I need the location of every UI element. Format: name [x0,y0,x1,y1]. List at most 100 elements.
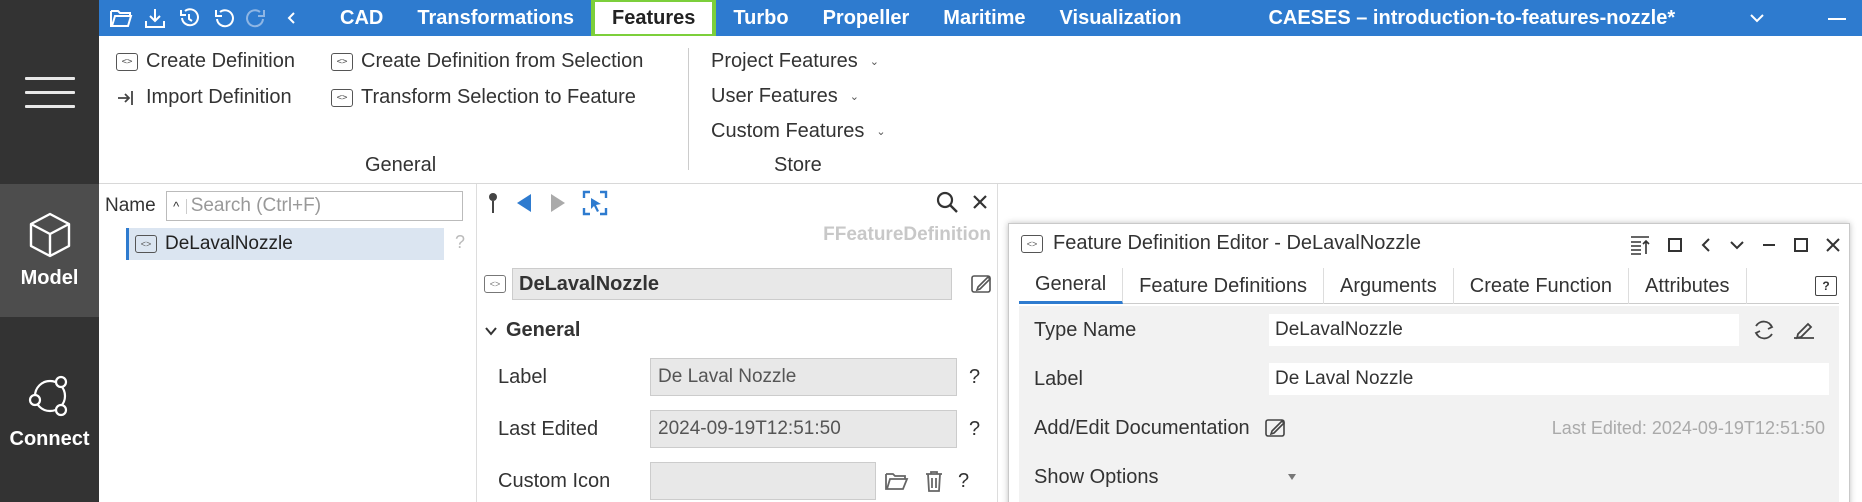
tab-visualization[interactable]: Visualization [1043,0,1199,36]
chevron-down-icon[interactable] [1748,11,1766,25]
edit-icon[interactable] [1264,417,1288,439]
tab-cad[interactable]: CAD [323,0,400,36]
chevron-left-icon[interactable] [1699,237,1713,253]
redo-icon[interactable] [245,7,269,29]
ribbon: <> Create Definition Import Definition <… [99,36,1862,184]
tab-transformations[interactable]: Transformations [400,0,591,36]
tab-propeller[interactable]: Propeller [806,0,927,36]
feature-definition-icon: <> [1021,234,1043,253]
last-edited-field: 2024-09-19T12:51:50 [650,410,957,448]
object-name-field[interactable]: DeLavalNozzle [512,268,952,300]
custom-icon-field[interactable] [650,462,876,500]
open-folder-icon[interactable] [109,7,133,29]
transform-selection-button[interactable]: <> Transform Selection to Feature [331,86,636,109]
import-definition-button[interactable]: Import Definition [116,86,292,109]
app-title: CAESES – introduction-to-features-nozzle… [1268,6,1676,29]
tab-general[interactable]: General [1019,268,1124,304]
connect-icon [28,375,67,417]
project-features-dropdown[interactable]: Project Features ⌄ [711,50,879,73]
user-features-dropdown[interactable]: User Features ⌄ [711,85,859,108]
object-type-label: FFeatureDefinition [823,224,991,245]
feature-definition-editor-dialog: <> Feature Definition Editor - DeLavalNo… [1008,223,1850,502]
hamburger-icon [24,66,75,119]
refresh-icon[interactable] [1751,318,1777,342]
feature-definition-icon: <> [135,235,157,253]
label-input[interactable]: De Laval Nozzle [1269,363,1829,395]
align-top-icon[interactable] [1629,234,1651,256]
import-definition-label: Import Definition [146,86,292,108]
help-icon[interactable]: ? [969,418,980,441]
rail-item-connect-label: Connect [9,428,90,450]
tree-header: Name ^ Search (Ctrl+F) [105,191,463,221]
help-icon[interactable]: ? [455,232,465,253]
tab-feature-definitions[interactable]: Feature Definitions [1123,268,1325,304]
sort-ascending-icon[interactable]: ^ [167,198,187,214]
rail-item-connect[interactable]: Connect [0,317,99,502]
search-icon[interactable] [935,190,959,214]
tree-item-delavalnozzle[interactable]: <> DeLavalNozzle [126,228,444,260]
search-input[interactable]: ^ Search (Ctrl+F) [165,191,463,221]
open-folder-icon[interactable] [884,470,910,492]
rename-icon[interactable] [1791,318,1817,342]
tab-maritime[interactable]: Maritime [926,0,1042,36]
properties-toolbar [486,190,608,216]
hamburger-menu-button[interactable] [0,0,99,184]
prop-label: Custom Icon [498,469,611,492]
section-general-title: General [506,319,581,341]
back-arrow-icon[interactable] [514,191,534,215]
rail-item-model-label: Model [20,267,79,289]
save-icon[interactable] [143,7,167,29]
undo-icon[interactable] [211,7,235,29]
tab-arguments[interactable]: Arguments [1324,268,1454,304]
object-tree-panel: Name ^ Search (Ctrl+F) <> DeLavalNozzle … [99,184,477,502]
chevron-down-icon[interactable] [1729,238,1745,252]
maximize-icon[interactable] [1793,237,1809,253]
create-definition-label: Create Definition [146,50,295,72]
type-name-label: Type Name [1034,318,1137,341]
forward-arrow-icon[interactable] [548,191,568,215]
ribbon-group-store: Store [774,154,822,176]
rail-item-model[interactable]: Model [0,184,99,317]
search-placeholder: Search (Ctrl+F) [190,195,322,216]
close-icon[interactable] [971,193,989,211]
help-icon[interactable]: ? [958,470,969,493]
custom-features-label: Custom Features [711,120,865,142]
custom-features-dropdown[interactable]: Custom Features ⌄ [711,120,886,143]
feature-definition-icon: <> [331,52,353,71]
history-icon[interactable] [177,7,201,29]
feature-definition-icon: <> [116,52,138,71]
trash-icon[interactable] [922,469,946,493]
documentation-label: Add/Edit Documentation [1034,416,1250,439]
select-in-viewport-icon[interactable] [582,190,608,216]
tree-item-label: DeLavalNozzle [165,233,293,254]
tab-create-function[interactable]: Create Function [1454,268,1630,304]
prop-row-last-edited: Last Edited 2024-09-19T12:51:50 ? [498,410,980,448]
tab-turbo[interactable]: Turbo [716,0,805,36]
show-options-toggle[interactable]: Show Options [1034,461,1298,493]
tab-features[interactable]: Features [591,0,717,38]
tab-attributes[interactable]: Attributes [1629,268,1747,304]
dialog-body: Type Name DeLavalNozzle Label De Laval N… [1019,306,1839,502]
label-field[interactable]: De Laval Nozzle [650,358,957,396]
pin-icon[interactable] [486,191,500,215]
minimize-icon[interactable] [1761,238,1777,252]
edit-icon[interactable] [970,273,994,295]
float-icon[interactable] [1667,237,1683,253]
create-definition-button[interactable]: <> Create Definition [116,50,295,73]
create-from-selection-button[interactable]: <> Create Definition from Selection [331,50,643,73]
section-general-toggle[interactable]: General [484,319,580,342]
chevron-down-icon [485,326,497,336]
type-name-field[interactable]: DeLavalNozzle [1269,314,1739,346]
minimize-icon[interactable] [1826,11,1848,25]
close-icon[interactable] [1825,237,1841,253]
help-icon[interactable]: ? [969,366,980,389]
feature-definition-icon: <> [484,275,506,293]
user-features-label: User Features [711,85,838,107]
chevron-left-icon[interactable] [279,7,303,29]
prop-row-label: Label De Laval Nozzle ? [498,358,980,396]
window-controls [1748,0,1848,36]
feature-definition-icon: <> [331,88,353,107]
dialog-window-controls [1629,234,1841,256]
help-icon[interactable]: ? [1815,276,1837,296]
dialog-title-bar: <> Feature Definition Editor - DeLavalNo… [1021,232,1421,255]
